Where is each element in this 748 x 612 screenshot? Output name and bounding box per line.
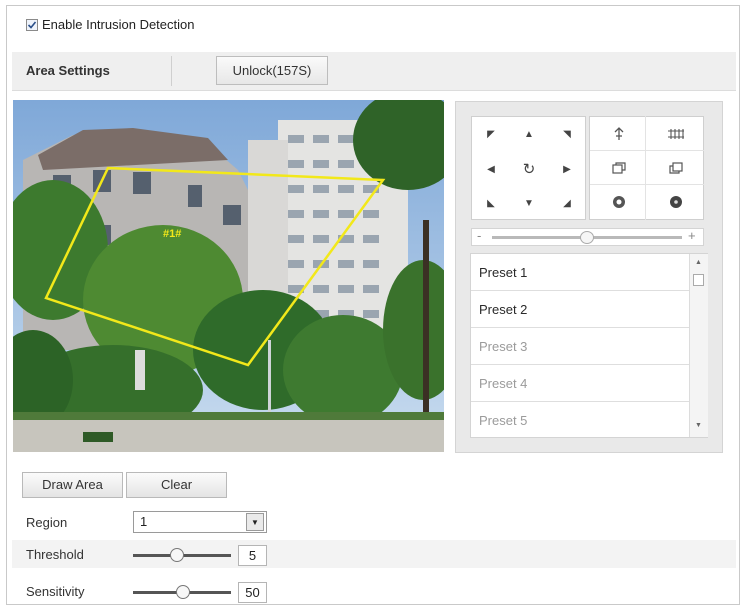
focus-far-icon[interactable] bbox=[647, 151, 704, 185]
speed-increase-icon[interactable]: + bbox=[688, 228, 696, 244]
unlock-button[interactable]: Unlock(157S) bbox=[216, 56, 328, 85]
tab-divider bbox=[171, 56, 172, 86]
arrow-left-icon[interactable]: ◀ bbox=[472, 152, 510, 186]
preset-item-1[interactable]: Preset 1 bbox=[471, 254, 691, 291]
settings-tab-bar bbox=[12, 52, 736, 91]
scroll-up-icon[interactable]: ▲ bbox=[695, 259, 702, 266]
scroll-thumb[interactable] bbox=[693, 274, 704, 286]
scroll-down-icon[interactable]: ▼ bbox=[695, 422, 702, 429]
region-label: Region bbox=[26, 515, 68, 530]
chevron-down-icon[interactable]: ▼ bbox=[246, 513, 264, 531]
region-tag: #1# bbox=[163, 228, 182, 240]
threshold-row bbox=[12, 540, 736, 568]
arrow-up-icon[interactable]: ▲ bbox=[510, 117, 548, 151]
enable-intrusion-label[interactable]: Enable Intrusion Detection bbox=[42, 17, 194, 32]
live-video-view[interactable]: #1# bbox=[13, 100, 444, 452]
zoom-out-icon[interactable] bbox=[647, 117, 704, 151]
auto-rotate-icon[interactable]: ↻ bbox=[510, 152, 548, 186]
focus-near-icon[interactable] bbox=[590, 151, 647, 185]
speed-slider-handle[interactable] bbox=[580, 231, 594, 244]
preset-item-2[interactable]: Preset 2 bbox=[471, 291, 691, 328]
arrow-right-icon[interactable]: ▶ bbox=[548, 152, 586, 186]
clear-button[interactable]: Clear bbox=[126, 472, 227, 498]
arrow-down-right-icon[interactable]: ◢ bbox=[548, 186, 586, 220]
sensitivity-slider-handle[interactable] bbox=[176, 585, 190, 599]
ptz-function-pad bbox=[589, 116, 704, 220]
preset-scrollbar[interactable]: ▲ ▼ bbox=[689, 254, 708, 437]
draw-area-button[interactable]: Draw Area bbox=[22, 472, 123, 498]
arrow-down-icon[interactable]: ▼ bbox=[510, 186, 548, 220]
threshold-value[interactable]: 5 bbox=[238, 545, 267, 566]
threshold-label: Threshold bbox=[26, 547, 84, 562]
iris-open-icon[interactable] bbox=[590, 185, 647, 219]
preset-item-3[interactable]: Preset 3 bbox=[471, 328, 691, 365]
function-pad-divider bbox=[645, 116, 646, 220]
ptz-direction-pad: ◤ ▲ ◥ ◀ ↻ ▶ ◣ ▼ ◢ bbox=[471, 116, 586, 220]
zoom-in-icon[interactable] bbox=[590, 117, 647, 151]
preset-item-4[interactable]: Preset 4 bbox=[471, 365, 691, 402]
threshold-slider-handle[interactable] bbox=[170, 548, 184, 562]
tab-area-settings[interactable]: Area Settings bbox=[26, 63, 110, 78]
preset-item-5[interactable]: Preset 5 bbox=[471, 402, 691, 437]
arrow-up-right-icon[interactable]: ◥ bbox=[548, 117, 586, 151]
arrow-down-left-icon[interactable]: ◣ bbox=[472, 186, 510, 220]
enable-intrusion-checkbox[interactable] bbox=[26, 19, 38, 31]
sensitivity-value[interactable]: 50 bbox=[238, 582, 267, 603]
arrow-up-left-icon[interactable]: ◤ bbox=[472, 117, 510, 151]
sensitivity-label: Sensitivity bbox=[26, 584, 85, 599]
speed-decrease-icon[interactable]: - bbox=[477, 228, 481, 244]
video-scene bbox=[13, 100, 444, 452]
iris-close-icon[interactable] bbox=[647, 185, 704, 219]
preset-list: Preset 1 Preset 2 Preset 3 Preset 4 Pres… bbox=[470, 253, 708, 438]
